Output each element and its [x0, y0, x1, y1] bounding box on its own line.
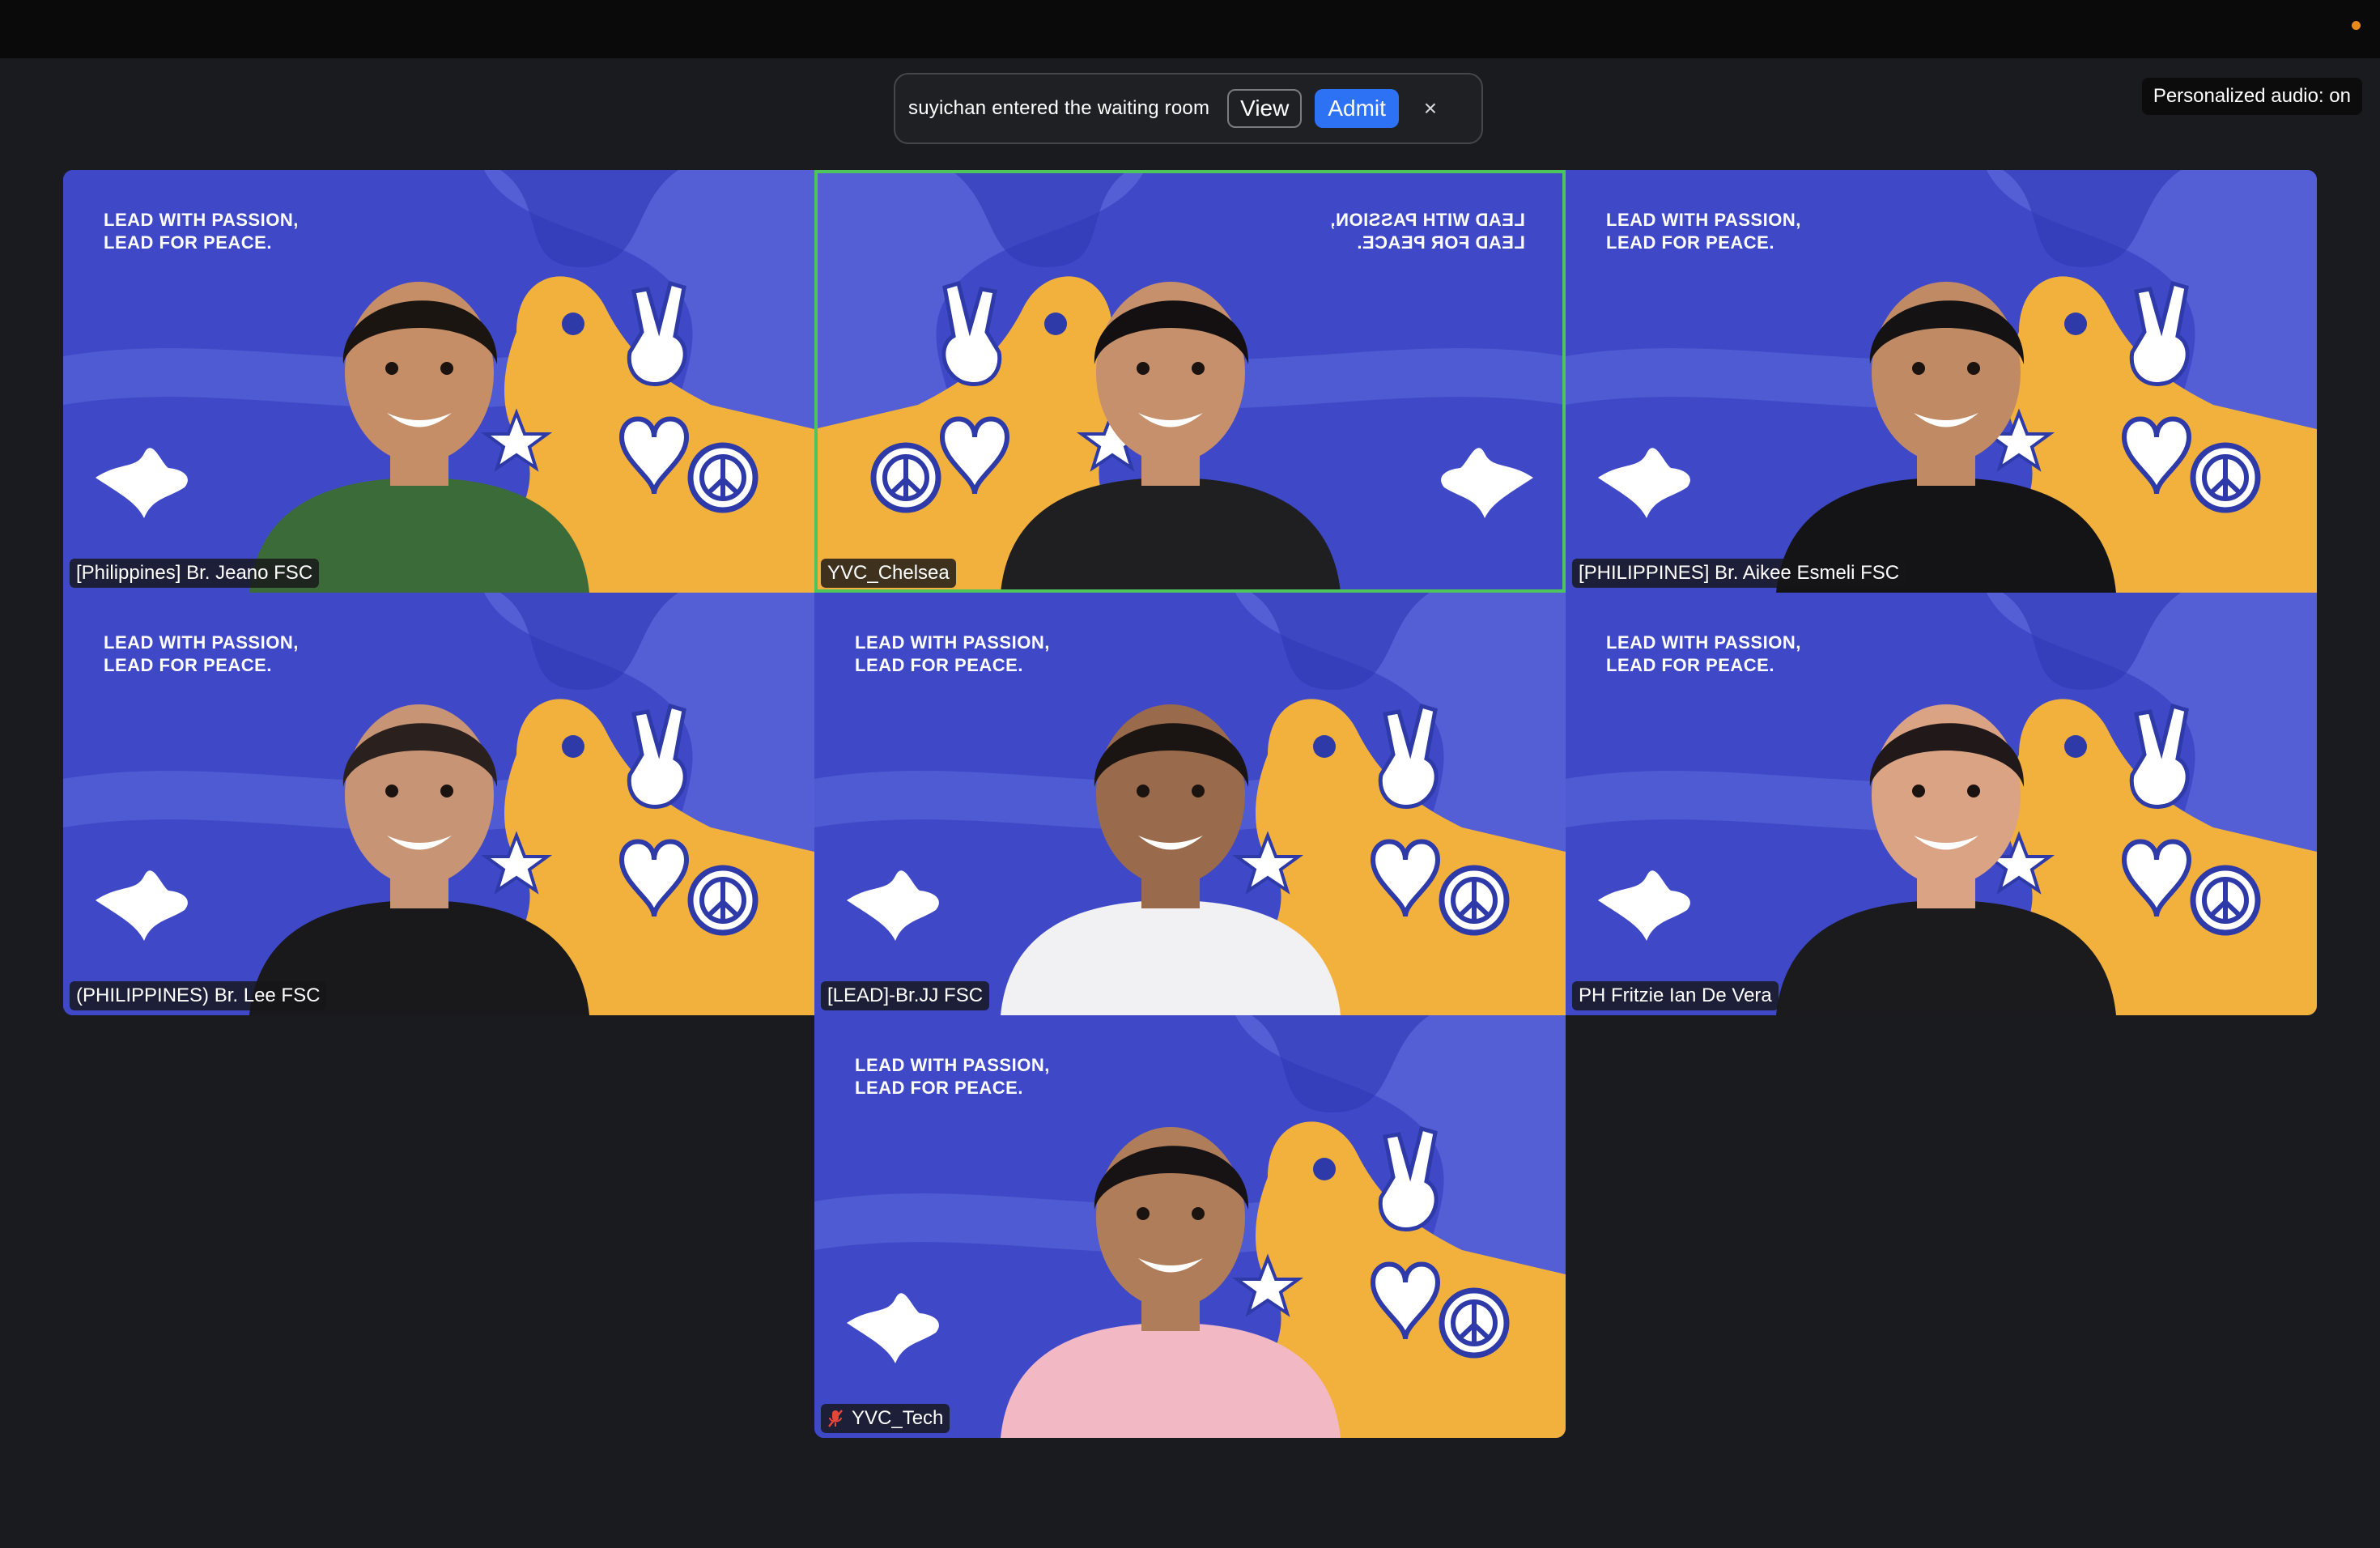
recording-indicator [2352, 21, 2361, 30]
participant-video [1001, 1127, 1341, 1438]
participant-video [1001, 282, 1341, 593]
participant-video [249, 282, 589, 593]
participant-tile[interactable]: LEAD WITH PASSION, LEAD FOR PEACE. YVC_Tec… [814, 1015, 1566, 1438]
participant-name: [Philippines] Br. Jeano FSC [76, 562, 313, 584]
participant-name-label: [Philippines] Br. Jeano FSC [70, 559, 320, 588]
participant-tile[interactable]: LEAD WITH PASSION, LEAD FOR PEACE. [LEAD]-… [814, 593, 1566, 1015]
participant-name: YVC_Tech [852, 1407, 944, 1429]
participant-name-label: PH Fritzie Ian De Vera [1572, 981, 1779, 1010]
personalized-audio-status[interactable]: Personalized audio: on [2141, 78, 2362, 115]
participant-name-label: (PHILIPPINES) Br. Lee FSC [70, 981, 327, 1010]
participant-video [249, 704, 589, 1015]
participant-video [1776, 282, 2116, 593]
participant-name-label: YVC_Chelsea [821, 559, 956, 588]
participant-name: [LEAD]-Br.JJ FSC [827, 985, 984, 1006]
participant-name: PH Fritzie Ian De Vera [1579, 985, 1772, 1006]
participant-name: YVC_Chelsea [827, 562, 950, 584]
waiting-room-notification: suyichan entered the waiting room View A… [894, 73, 1483, 144]
notification-message: suyichan entered the waiting room [908, 97, 1210, 119]
participant-video [1001, 704, 1341, 1015]
participant-name: (PHILIPPINES) Br. Lee FSC [76, 985, 321, 1006]
participant-video [1776, 704, 2116, 1015]
participant-tile[interactable]: LEAD WITH PASSION, LEAD FOR PEACE. [PHILIP… [1566, 170, 2317, 593]
view-button[interactable]: View [1227, 89, 1303, 128]
close-icon[interactable]: × [1417, 96, 1444, 121]
participant-name: [PHILIPPINES] Br. Aikee Esmeli FSC [1579, 562, 1900, 584]
admit-button[interactable]: Admit [1315, 89, 1399, 128]
participant-tile[interactable]: LEAD WITH PASSION, LEAD FOR PEACE. [Philip… [63, 170, 814, 593]
participant-tile[interactable]: LEAD WITH PASSION, LEAD FOR PEACE. YVC_Che… [814, 170, 1566, 593]
participant-name-label: [PHILIPPINES] Br. Aikee Esmeli FSC [1572, 559, 1906, 588]
participant-name-label: YVC_Tech [821, 1404, 950, 1433]
participant-tile[interactable]: LEAD WITH PASSION, LEAD FOR PEACE. (PHILIP… [63, 593, 814, 1015]
participant-name-label: [LEAD]-Br.JJ FSC [821, 981, 990, 1010]
title-bar [0, 0, 2380, 58]
mic-muted-icon [828, 1410, 843, 1427]
participant-tile[interactable]: LEAD WITH PASSION, LEAD FOR PEACE. PH Frit… [1566, 593, 2317, 1015]
